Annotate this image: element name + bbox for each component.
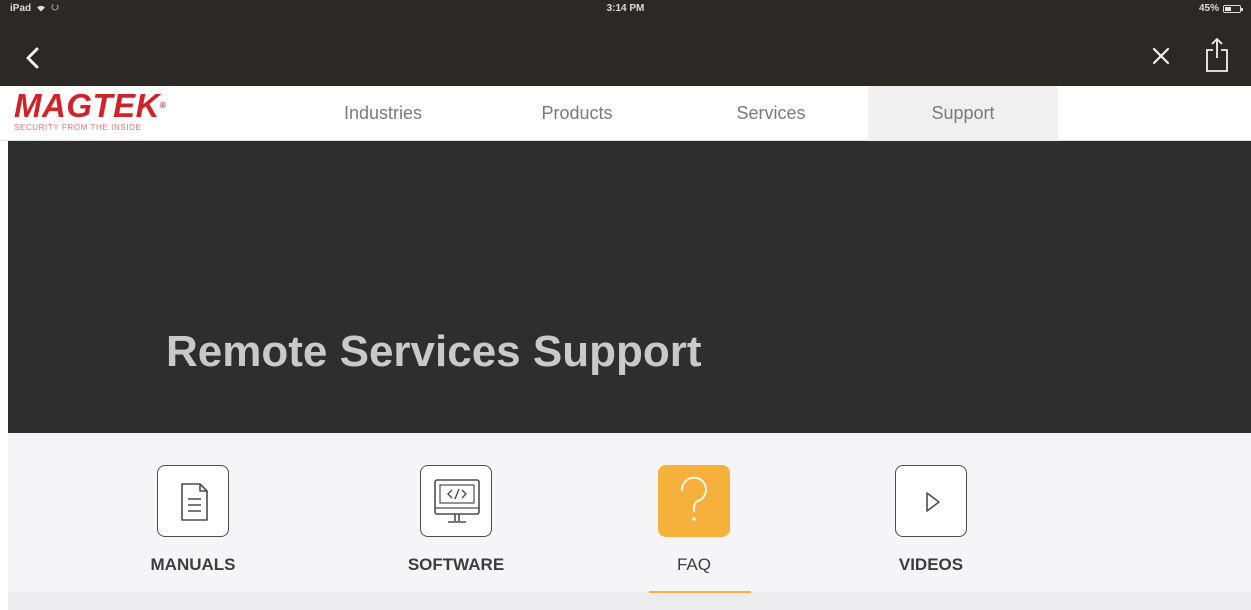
code-monitor-icon <box>420 465 492 537</box>
close-icon <box>1152 47 1170 65</box>
back-button[interactable] <box>22 44 46 72</box>
status-right: 45% <box>1198 3 1243 14</box>
battery-percent: 45% <box>1198 3 1219 14</box>
browser-chrome: iPad 3:14 PM 45% <box>0 0 1251 86</box>
page-title: Remote Services Support <box>166 327 702 376</box>
battery-fill <box>1225 6 1232 11</box>
magtek-logo[interactable]: MAGTEK® SECURITY FROM THE INSIDE <box>14 87 229 136</box>
site-nav: MAGTEK® SECURITY FROM THE INSIDE Industr… <box>0 86 1251 141</box>
category-manuals[interactable]: MANUALS <box>118 465 268 595</box>
category-label: MANUALS <box>150 555 236 574</box>
close-button[interactable] <box>1147 42 1175 70</box>
brand-name: MAGTEK <box>14 87 160 124</box>
category-label: VIDEOS <box>898 555 964 574</box>
nav-item-support[interactable]: Support <box>868 86 1058 141</box>
logo-wordmark: MAGTEK® <box>14 87 229 124</box>
registered-mark: ® <box>160 101 167 110</box>
category-videos[interactable]: VIDEOS <box>856 465 1006 595</box>
category-label: FAQ <box>676 555 711 574</box>
category-faq[interactable]: FAQ <box>619 465 769 595</box>
play-icon <box>895 465 967 537</box>
hero-banner: Remote Services Support <box>8 141 1251 433</box>
nav-item-products[interactable]: Products <box>482 86 672 141</box>
nav-item-industries[interactable]: Industries <box>288 86 478 141</box>
logo-tagline: SECURITY FROM THE INSIDE <box>14 123 142 132</box>
share-button[interactable] <box>1203 36 1231 74</box>
document-icon <box>157 465 229 537</box>
active-indicator <box>649 591 751 593</box>
status-time: 3:14 PM <box>606 3 645 14</box>
battery-icon <box>1223 4 1243 13</box>
chevron-left-icon <box>26 47 39 69</box>
nav-item-services[interactable]: Services <box>676 86 866 141</box>
question-icon <box>658 465 730 537</box>
category-software[interactable]: SOFTWARE <box>381 465 531 595</box>
category-label: SOFTWARE <box>407 555 505 574</box>
share-icon <box>1206 38 1228 72</box>
